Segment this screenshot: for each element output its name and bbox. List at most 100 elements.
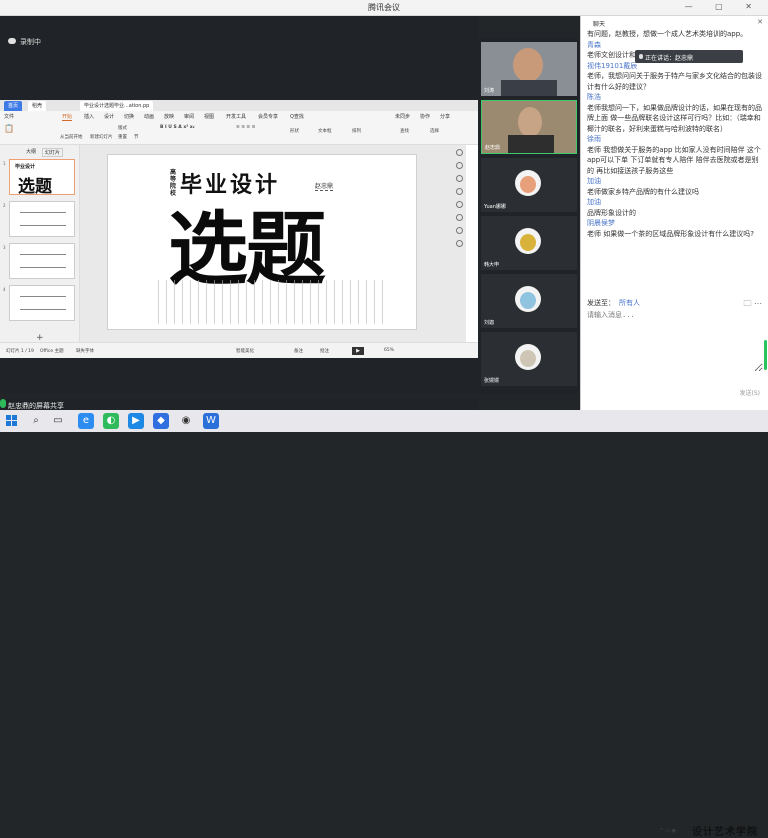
meeting-area: 录制中 首页 稻壳 毕业设计选题毕业...ation.pp 文件 开始 插入 设… [0, 16, 478, 394]
search-icon[interactable]: ⌕ [28, 413, 44, 429]
current-slide[interactable]: 高等院校 毕业设计 赵忠鼎 选题 [107, 154, 417, 330]
chat-message: 有问题，赵教授，想做一个成人艺术类培训的app。 [587, 29, 763, 40]
tool-icon[interactable] [456, 149, 463, 156]
video-tile[interactable]: 刘迦 [481, 274, 577, 328]
wechat-icon[interactable]: ◐ [103, 413, 119, 429]
windows-start-icon[interactable] [6, 415, 17, 426]
wps-icon[interactable]: W [203, 413, 219, 429]
task-view-icon[interactable]: ▭ [50, 413, 66, 429]
thumb-content [20, 254, 66, 268]
tool-icon[interactable] [456, 240, 463, 247]
message-text: 老师，我想问问关于服务于特产与家乡文化结合的包装设计有什么好的建议？ [587, 72, 762, 91]
chat-header: 聊天 ✕ [581, 16, 768, 29]
message-text: 有问题，赵教授，想做一个成人艺术类培训的app。 [587, 30, 748, 38]
file-icon[interactable]: 🗀 [743, 299, 751, 308]
tool-icon[interactable] [456, 227, 463, 234]
share-button[interactable]: 分享 [440, 113, 450, 120]
video-column: 刘涛 赵忠鼎 Yuan娜娜 韩大申 刘迦 张嫚嫚 [479, 38, 579, 394]
missing-fonts[interactable]: 缺失字体 [76, 348, 94, 354]
collab-button[interactable]: 协作 [420, 113, 430, 120]
menu-transition[interactable]: 切换 [124, 113, 134, 120]
slide-canvas: 高等院校 毕业设计 赵忠鼎 选题 [80, 145, 466, 350]
theme-name: Office 主题 [40, 349, 64, 354]
tool-icon[interactable] [456, 201, 463, 208]
window-controls[interactable]: — ▢ ✕ [685, 2, 762, 11]
thumbnail-3[interactable]: 3 [3, 243, 75, 279]
play-icon[interactable]: ▶ [352, 347, 364, 355]
textbox-button[interactable]: 文本框 [318, 128, 332, 134]
layout-button[interactable]: 版式 [118, 125, 127, 131]
menu-search[interactable]: Q查找 [290, 113, 304, 120]
watermark: 设计艺术学院 [692, 827, 758, 838]
play-from-current[interactable]: 从当前开始 [60, 134, 83, 140]
message-sender: 阴晨侯梦 [587, 219, 615, 227]
video-tile[interactable]: 张嫚嫚 [481, 332, 577, 386]
tab-document[interactable]: 毕业设计选题毕业...ation.pp [80, 101, 154, 111]
participant-name: 张嫚嫚 [484, 378, 500, 384]
thumbnail-2[interactable]: 2 [3, 201, 75, 237]
new-slide[interactable]: 新建幻灯片 [90, 134, 113, 140]
menu-review[interactable]: 审阅 [184, 113, 194, 120]
more-icon[interactable]: ⋯ [754, 299, 762, 308]
qq-icon[interactable]: ◉ [178, 413, 194, 429]
ribbon: 文件 开始 插入 设计 切换 动画 放映 审阅 视图 开发工具 会员专享 Q查找… [0, 111, 478, 145]
smart-beautify[interactable]: 智能美化 [236, 348, 254, 354]
menu-insert[interactable]: 插入 [84, 113, 94, 120]
thumbnail-1[interactable]: 1 毕业设计 选题 [3, 159, 75, 197]
meeting-icon[interactable]: ◆ [153, 413, 169, 429]
app-icon[interactable]: ▶ [128, 413, 144, 429]
notes-toggle[interactable]: 备注 [294, 348, 303, 354]
menu-design[interactable]: 设计 [104, 113, 114, 120]
paste-icon[interactable]: 📋 [4, 124, 14, 133]
reset-button[interactable]: 重置 [118, 134, 127, 140]
tab-docer[interactable]: 稻壳 [28, 101, 47, 111]
system-tray[interactable]: ^ ▭ ◉ [660, 828, 676, 834]
video-tile[interactable]: 赵忠鼎 [481, 100, 577, 154]
comments-toggle[interactable]: 批注 [320, 348, 329, 354]
mic-icon [639, 54, 643, 59]
tab-home[interactable]: 首页 [4, 101, 23, 111]
menu-file[interactable]: 文件 [4, 113, 14, 120]
menu-view[interactable]: 视图 [204, 113, 214, 120]
arrange-button[interactable]: 排列 [352, 128, 361, 134]
sync-status[interactable]: 未同步 [395, 113, 410, 120]
avatar [515, 170, 541, 196]
send-to-select[interactable]: 所有人 [619, 299, 640, 307]
video-tile[interactable]: 刘涛 [481, 42, 577, 96]
thumbnail-4[interactable]: 4 [3, 285, 75, 321]
video-tile[interactable]: Yuan娜娜 [481, 158, 577, 212]
tab-slides[interactable]: 幻灯片 [42, 148, 64, 157]
select-button[interactable]: 选择 [430, 128, 439, 134]
tool-icon[interactable] [456, 162, 463, 169]
section-button[interactable]: 节 [134, 134, 139, 140]
chat-input[interactable] [587, 310, 763, 372]
tool-icon[interactable] [456, 214, 463, 221]
tool-icon[interactable] [456, 175, 463, 182]
video-tile[interactable]: 韩大申 [481, 216, 577, 270]
font-controls[interactable]: B I U S A x² x₂ [160, 125, 195, 130]
zoom-level[interactable]: 65% [384, 348, 394, 353]
menu-slideshow[interactable]: 放映 [164, 113, 174, 120]
tab-outline[interactable]: 大纲 [26, 148, 36, 155]
send-button[interactable]: 发送(S) [740, 388, 761, 397]
menu-animation[interactable]: 动画 [144, 113, 154, 120]
close-icon[interactable]: ✕ [757, 18, 763, 26]
message-text: 老师 我想做关于服务的app 比如家人没有时间陪伴 这个app可以下单 下订单就… [587, 145, 761, 175]
chat-scrollbar[interactable] [764, 340, 767, 370]
avatar-image [520, 292, 536, 309]
menu-devtools[interactable]: 开发工具 [226, 113, 246, 120]
menu-home[interactable]: 开始 [62, 113, 73, 121]
recording-indicator[interactable]: 录制中 [8, 37, 41, 47]
avatar-image [520, 234, 536, 251]
slide-thumbnails: 大纲 幻灯片 1 毕业设计 选题 2 3 4 + [0, 145, 80, 350]
tool-icon[interactable] [456, 188, 463, 195]
paragraph-controls[interactable]: ≡ ≡ ≡ ≡ [236, 125, 255, 130]
menu-member[interactable]: 会员专享 [258, 113, 278, 120]
browser-icon[interactable]: e [78, 413, 94, 429]
find-button[interactable]: 查找 [400, 128, 409, 134]
avatar [515, 286, 541, 312]
title-bar: 腾讯会议 — ▢ ✕ [0, 0, 768, 16]
shape-button[interactable]: 形状 [290, 128, 299, 134]
send-to: 发送至： 所有人 [587, 298, 640, 308]
chat-title: 聊天 [593, 21, 606, 28]
